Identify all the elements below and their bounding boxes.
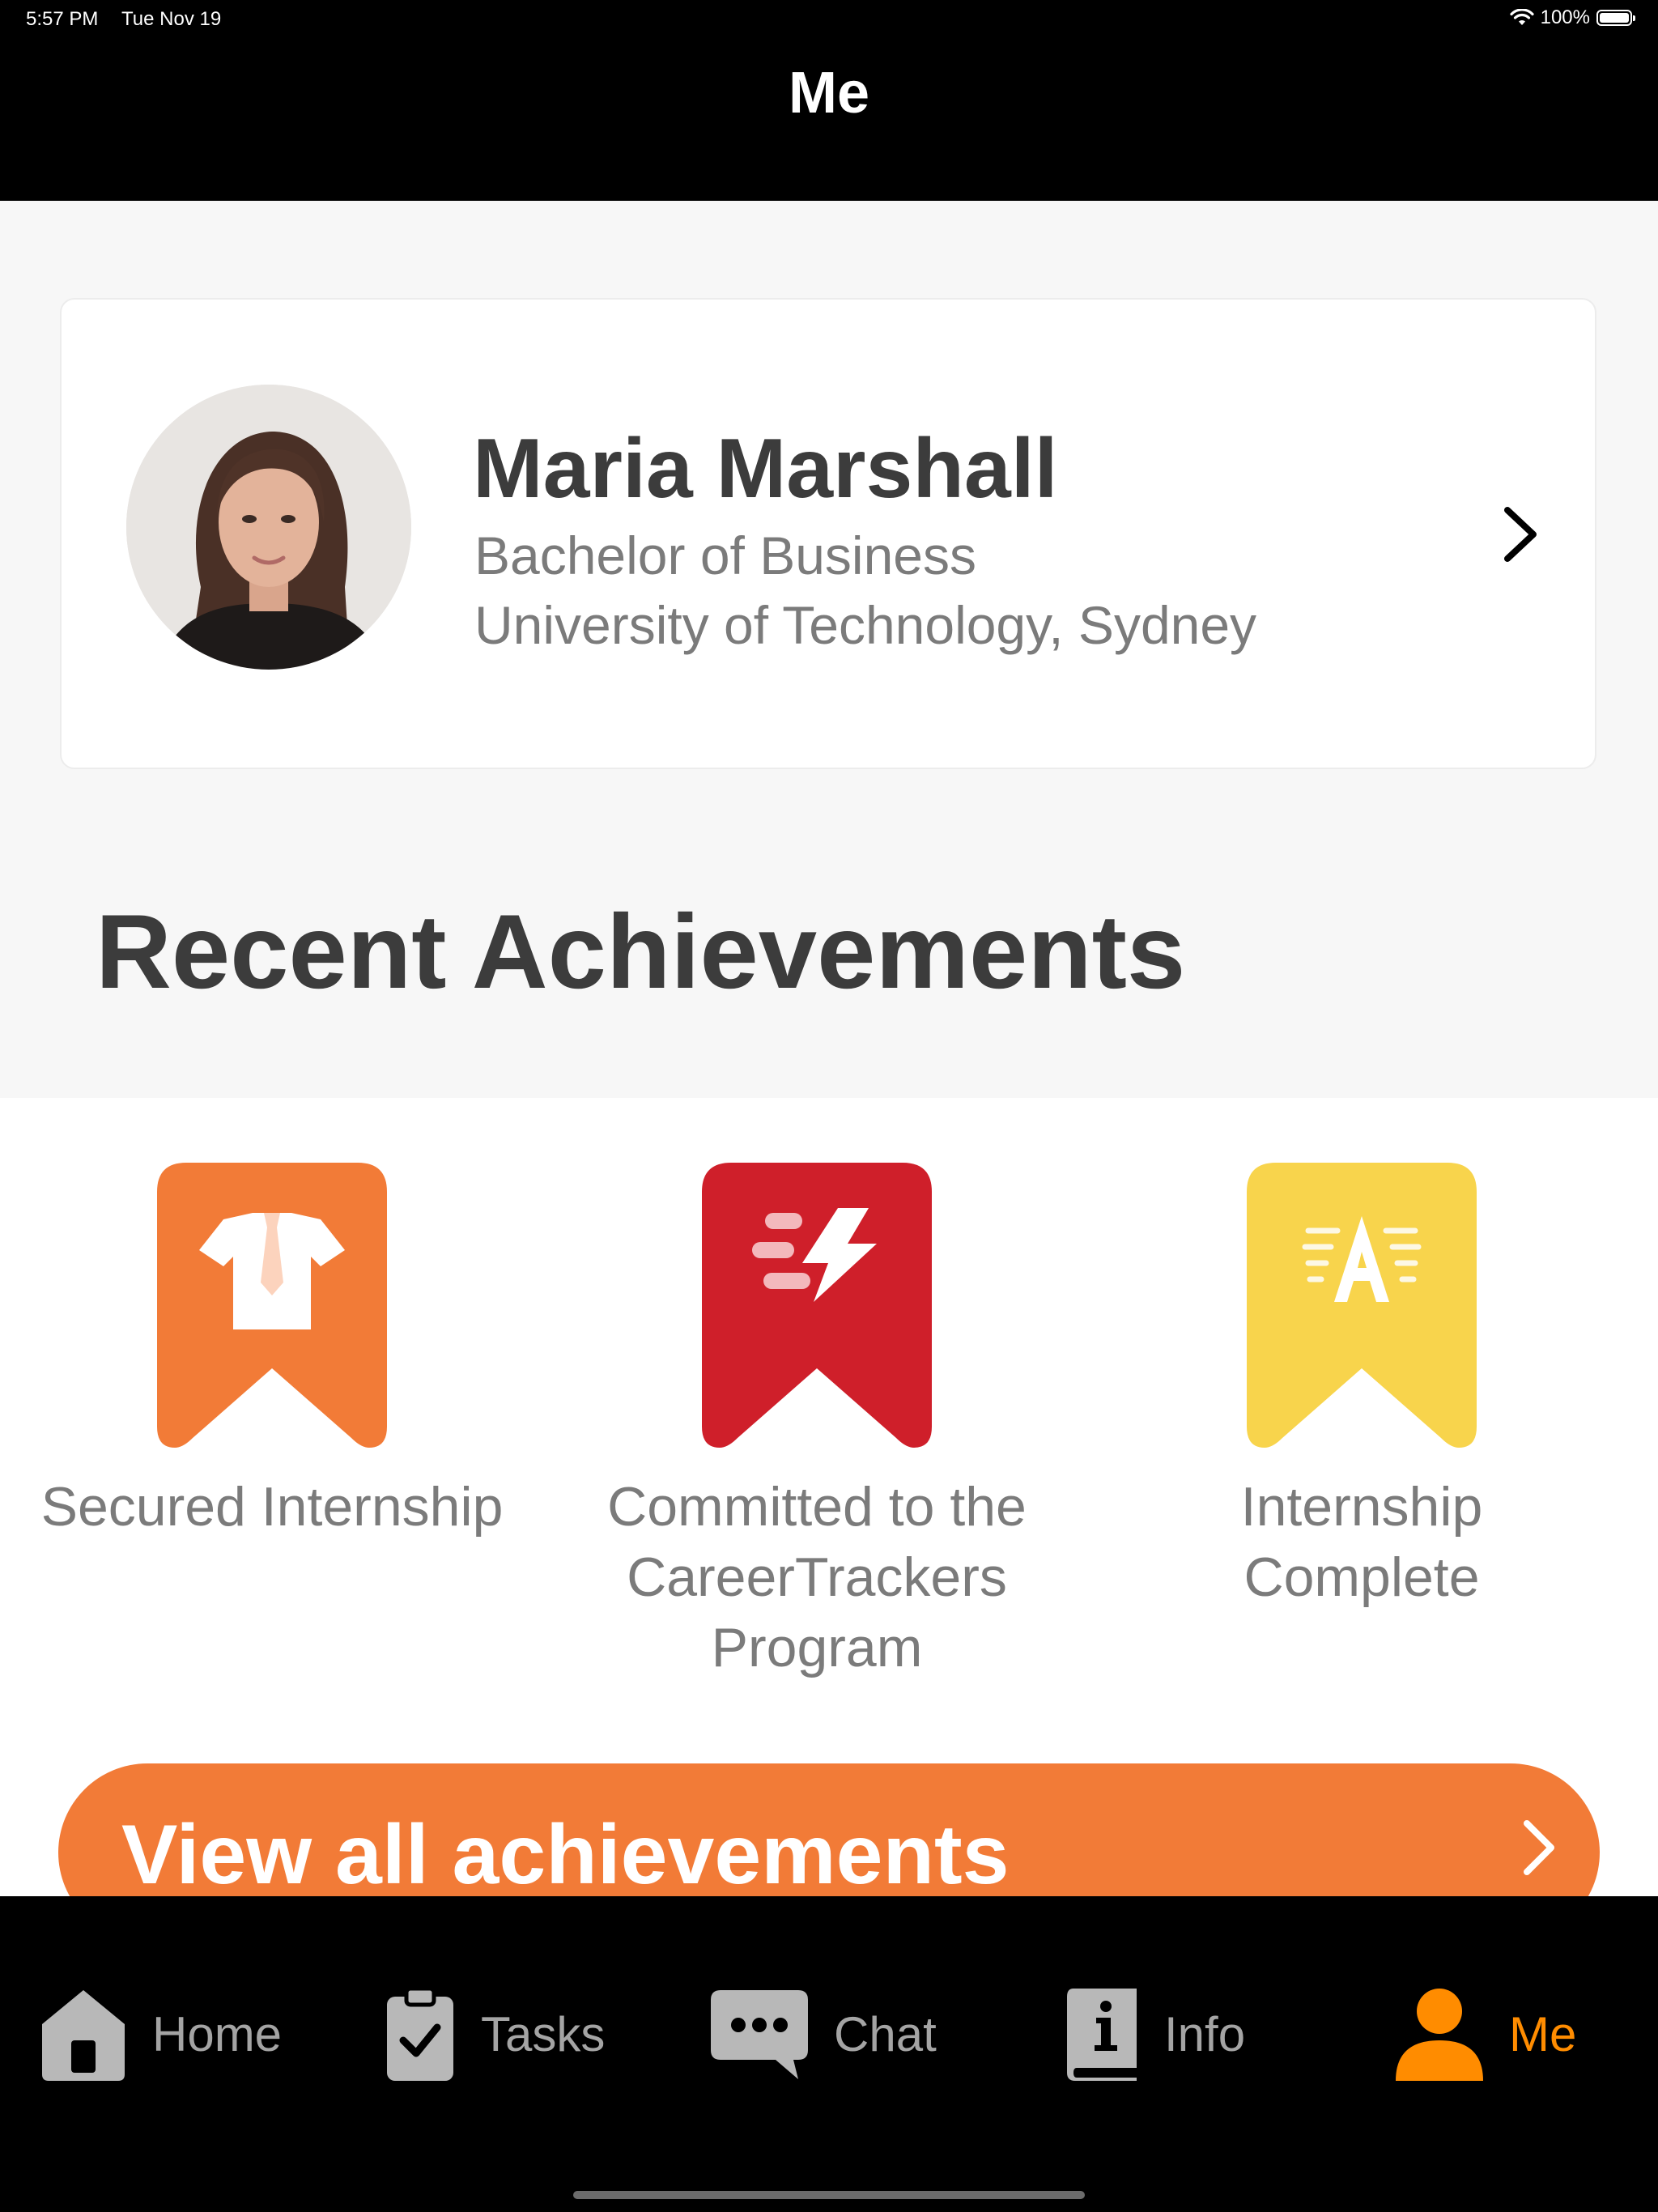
home-icon <box>42 1990 125 2081</box>
tab-label: Me <box>1509 2006 1577 2061</box>
person-icon <box>1396 1989 1483 2081</box>
achievement-label: Committed to the CareerTrackers Program <box>607 1476 1027 1678</box>
section-title: Recent Achievements <box>96 892 1186 1010</box>
chevron-right-icon[interactable] <box>1494 502 1543 567</box>
tab-me[interactable]: Me <box>1394 1985 1576 2082</box>
wifi-icon <box>1510 9 1534 25</box>
status-indicators: 100% <box>1510 6 1635 29</box>
letter-a-icon[interactable] <box>1247 1163 1477 1448</box>
view-all-label: View all achievements <box>121 1808 1010 1902</box>
achievement-label: Secured Internship <box>40 1476 504 1538</box>
lightning-icon[interactable] <box>702 1163 932 1448</box>
battery-percent: 100% <box>1540 6 1590 28</box>
tab-bar: Home Tasks Chat Info Me <box>0 1896 1658 2212</box>
shirt-tie-icon[interactable] <box>157 1163 387 1448</box>
tab-label: Home <box>152 2006 283 2061</box>
top-bar: 5:57 PM Tue Nov 19 100% Me <box>0 0 1658 201</box>
profile-university: University of Technology, Sydney <box>474 595 1257 655</box>
tab-label: Info <box>1164 2006 1246 2061</box>
status-time: 5:57 PM <box>26 8 99 30</box>
home-indicator <box>573 2191 1085 2199</box>
tab-info[interactable]: Info <box>1065 1985 1245 2082</box>
status-date: Tue Nov 19 <box>121 8 222 30</box>
tab-label: Tasks <box>481 2006 606 2061</box>
battery-icon <box>1596 10 1635 26</box>
chat-bubble-icon <box>711 1990 808 2079</box>
tab-chat[interactable]: Chat <box>709 1985 937 2082</box>
page-title: Me <box>788 61 870 125</box>
tab-home[interactable]: Home <box>39 1985 282 2082</box>
profile-card[interactable]: Maria Marshall Bachelor of Business Univ… <box>60 298 1596 769</box>
chevron-right-icon <box>1524 1820 1554 1875</box>
achievement-label: Internship Complete <box>1240 1476 1483 1608</box>
tab-tasks[interactable]: Tasks <box>384 1985 605 2082</box>
profile-degree: Bachelor of Business <box>474 525 977 585</box>
profile-name: Maria Marshall <box>473 422 1058 516</box>
tab-label: Chat <box>834 2006 937 2061</box>
avatar <box>126 385 411 670</box>
clipboard-icon <box>387 1987 453 2081</box>
info-book-icon <box>1067 1989 1137 2081</box>
